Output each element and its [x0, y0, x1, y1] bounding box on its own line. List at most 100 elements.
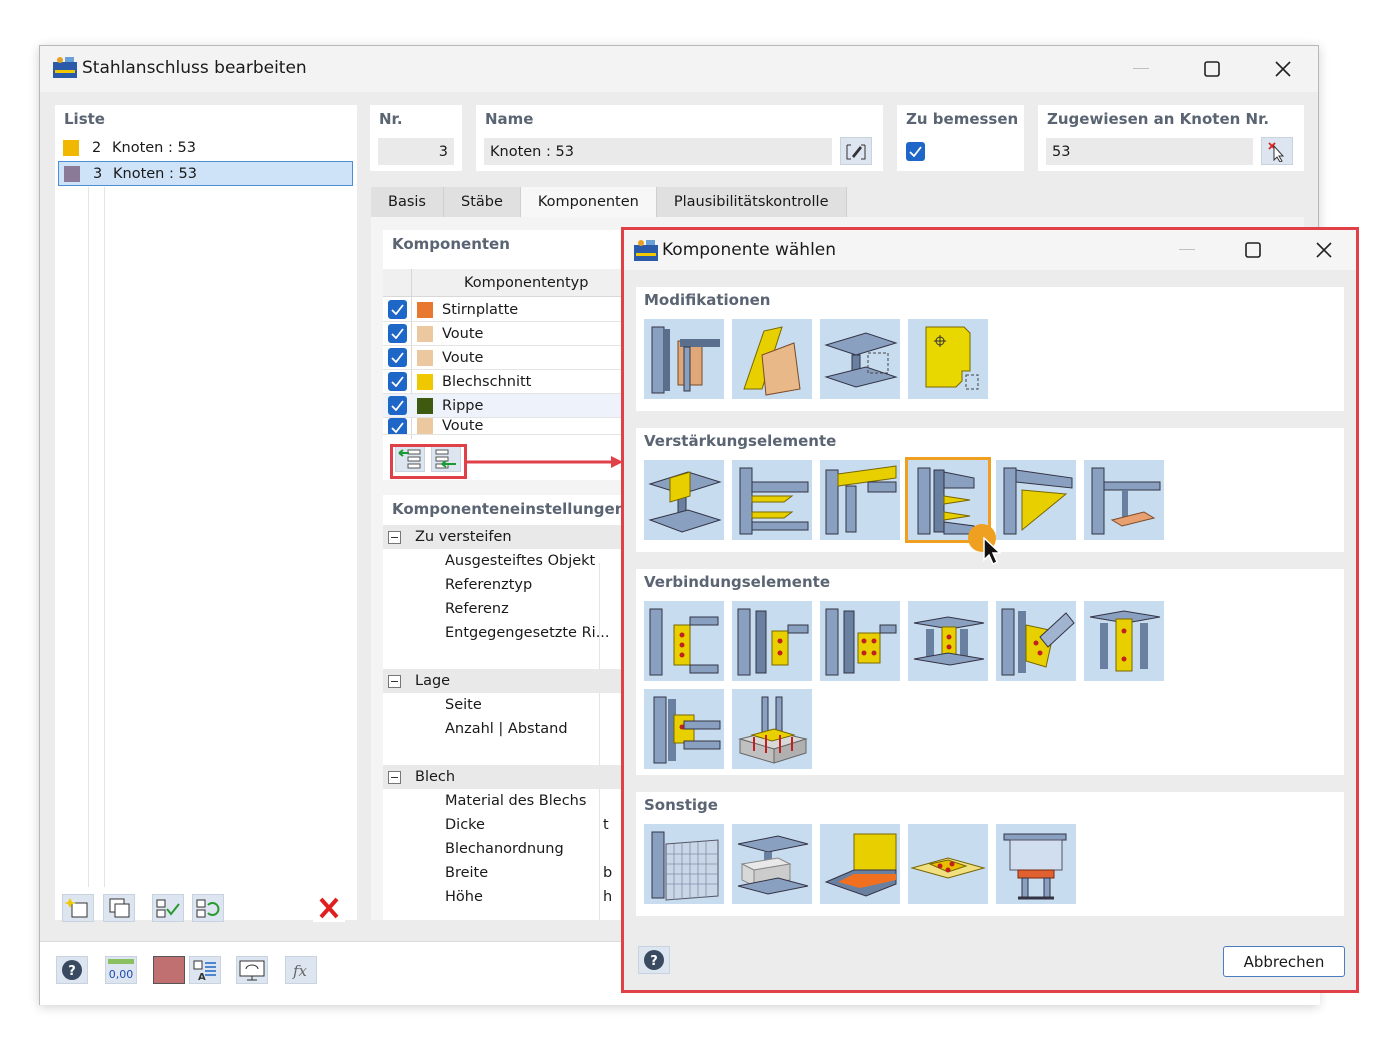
color-button[interactable] — [153, 956, 185, 984]
minimize-button[interactable] — [1118, 52, 1164, 86]
toggle-check-button[interactable] — [192, 894, 224, 922]
property-row[interactable]: Referenztyp — [445, 573, 532, 597]
component-tile[interactable] — [1084, 601, 1164, 681]
row-checkbox[interactable] — [387, 300, 407, 319]
component-tile[interactable] — [996, 824, 1076, 904]
dialog-minimize-button[interactable] — [1164, 233, 1210, 267]
plate-cut-icon — [925, 326, 979, 390]
name-field[interactable]: Knoten : 53 — [484, 138, 832, 165]
text-settings-button[interactable]: A — [189, 956, 221, 984]
view-button[interactable] — [236, 956, 268, 984]
component-tile[interactable] — [644, 601, 724, 681]
component-tile[interactable] — [908, 601, 988, 681]
dialog-help-button[interactable]: ? — [638, 946, 670, 974]
component-row[interactable]: Stirnplatte — [383, 298, 621, 322]
row-checkbox[interactable] — [387, 396, 407, 415]
component-row[interactable]: Blechschnitt — [383, 370, 621, 394]
component-tile[interactable] — [644, 824, 724, 904]
new-item-button[interactable] — [62, 894, 94, 922]
formula-icon: fx — [292, 962, 308, 980]
component-tile[interactable] — [908, 319, 988, 399]
row-checkbox[interactable] — [387, 348, 407, 367]
decimal-places-button[interactable]: 0,00 — [105, 956, 137, 984]
tab-komponenten[interactable]: Komponenten — [520, 187, 657, 217]
dialog-close-button[interactable] — [1301, 233, 1347, 267]
bemessen-checkbox[interactable] — [906, 142, 925, 161]
svg-text:?: ? — [68, 964, 76, 979]
component-tile[interactable] — [996, 460, 1076, 540]
property-row[interactable]: Referenz — [445, 597, 509, 621]
group-name: Zu versteifen — [415, 529, 512, 545]
bolt-plate-icon — [910, 857, 986, 879]
arrow-icon — [467, 456, 623, 468]
maximize-button[interactable] — [1189, 52, 1235, 86]
copy-item-button[interactable] — [103, 894, 135, 922]
close-button[interactable] — [1260, 52, 1306, 86]
component-tile[interactable] — [996, 601, 1076, 681]
component-name: Voute — [442, 325, 484, 342]
tab-plausibilitaetskontrolle[interactable]: Plausibilitätskontrolle — [656, 187, 847, 217]
tab-basis[interactable]: Basis — [371, 187, 444, 217]
property-row[interactable]: Breite — [445, 861, 488, 885]
pick-node-button[interactable] — [1261, 137, 1293, 165]
component-tile[interactable] — [820, 601, 900, 681]
nr-panel: Nr. 3 — [370, 105, 462, 171]
group-lage[interactable]: Lage — [383, 669, 621, 693]
list-item-selected[interactable]: 3 Knoten : 53 — [58, 161, 353, 186]
check-icon — [909, 146, 922, 157]
component-tile[interactable] — [732, 601, 812, 681]
toggle-check-icon — [196, 899, 220, 918]
row-checkbox[interactable] — [387, 418, 407, 434]
row-checkbox[interactable] — [387, 372, 407, 391]
formula-button[interactable]: fx — [285, 956, 317, 984]
component-tile[interactable] — [1084, 460, 1164, 540]
cancel-button[interactable]: Abbrechen — [1223, 946, 1345, 977]
component-tile[interactable] — [644, 319, 724, 399]
delete-button[interactable] — [313, 894, 345, 922]
component-tile[interactable] — [732, 460, 812, 540]
section-verbindungselemente: Verbindungselemente — [636, 569, 1344, 775]
collapse-icon[interactable] — [388, 530, 401, 544]
maximize-icon — [1245, 242, 1261, 258]
property-row[interactable]: Material des Blechs — [445, 789, 586, 813]
collapse-icon[interactable] — [388, 674, 401, 688]
property-row[interactable]: Ausgesteiftes Objekt — [445, 549, 595, 573]
tab-staebe[interactable]: Stäbe — [443, 187, 521, 217]
edit-icon — [846, 144, 866, 160]
component-tile[interactable] — [908, 824, 988, 904]
group-blech[interactable]: Blech — [383, 765, 621, 789]
nr-field[interactable]: 3 — [378, 138, 454, 165]
property-row[interactable]: Höhe — [445, 885, 483, 909]
row-checkbox[interactable] — [387, 324, 407, 343]
property-row[interactable]: Anzahl | Abstand — [445, 717, 568, 741]
property-row[interactable]: Seite — [445, 693, 482, 717]
dialog-maximize-button[interactable] — [1230, 233, 1276, 267]
property-symbol: t — [603, 817, 609, 833]
component-tile[interactable] — [732, 824, 812, 904]
component-row[interactable]: Voute — [383, 322, 621, 346]
component-tile[interactable] — [820, 319, 900, 399]
color-swatch — [417, 325, 433, 342]
component-row[interactable]: Voute — [383, 418, 621, 435]
component-row-selected[interactable]: Rippe — [383, 394, 621, 418]
component-tile[interactable] — [644, 460, 724, 540]
edit-name-button[interactable] — [840, 137, 872, 165]
knoten-field[interactable]: 53 — [1046, 138, 1253, 165]
component-tile[interactable] — [820, 824, 900, 904]
component-tile[interactable] — [644, 689, 724, 769]
component-tile[interactable] — [820, 460, 900, 540]
component-tile[interactable] — [732, 319, 812, 399]
property-row[interactable]: Blechanordnung — [445, 837, 564, 861]
component-row[interactable]: Voute — [383, 346, 621, 370]
property-row[interactable]: Dicke — [445, 813, 485, 837]
close-icon — [1316, 242, 1332, 258]
check-all-button[interactable] — [152, 894, 184, 922]
component-tile[interactable] — [732, 689, 812, 769]
list-item[interactable]: 2 Knoten : 53 — [58, 135, 353, 160]
help-button[interactable]: ? — [56, 956, 88, 984]
double-angle-icon — [825, 608, 897, 676]
collapse-icon[interactable] — [388, 770, 401, 784]
minimize-icon — [1179, 249, 1195, 250]
group-zu-versteifen[interactable]: Zu versteifen — [383, 525, 621, 549]
property-row[interactable]: Entgegengesetzte Ri... — [445, 621, 610, 645]
